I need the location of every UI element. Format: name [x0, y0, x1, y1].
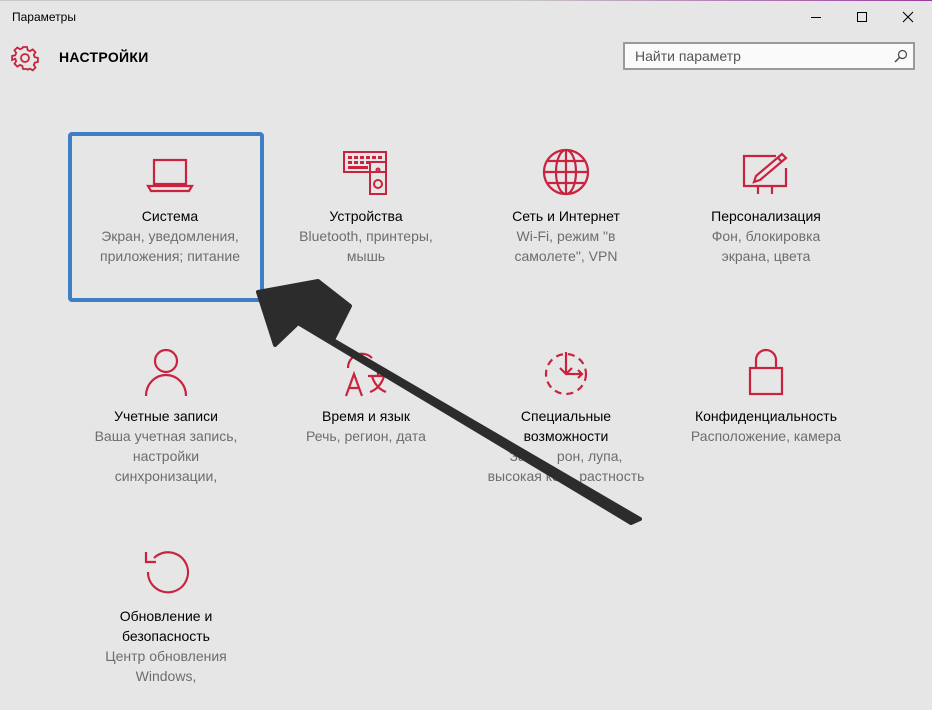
- page-title: НАСТРОЙКИ: [59, 49, 149, 65]
- maximize-icon: [857, 12, 867, 22]
- close-icon: [902, 11, 914, 23]
- settings-header: НАСТРОЙКИ: [0, 36, 932, 80]
- devices-icon: [343, 151, 387, 195]
- accessibility-icon: [544, 352, 588, 396]
- tile-title: Сеть и Интернет: [512, 208, 620, 224]
- tile-description-line: высокая кон растность: [487, 468, 645, 484]
- tile-description-line: настройки: [132, 448, 200, 464]
- tile-description-line: Речь, регион, дата: [306, 428, 426, 444]
- tile-description-line: мышь: [346, 248, 386, 264]
- tile-description-line: экрана, цвета: [721, 248, 811, 264]
- settings-window: Параметры НАСТРОЙКИ Найти параметр Систе…: [0, 0, 932, 710]
- tile-title: Учетные записи: [114, 408, 218, 424]
- tile-description-line: Фон, блокировка: [711, 228, 821, 244]
- tile-title: Система: [141, 208, 199, 224]
- tile-description-line: Экран, уведомления,: [101, 228, 239, 244]
- title-bar: Параметры: [0, 1, 932, 33]
- gear-icon: [11, 46, 39, 72]
- time-language-icon: [344, 352, 388, 397]
- lock-icon: [748, 348, 784, 396]
- tile-description-line: синхронизации,: [114, 468, 218, 484]
- globe-icon: [542, 148, 590, 196]
- minimize-icon: [811, 17, 821, 18]
- tile-title: Специальные: [520, 408, 612, 424]
- tile-time-language[interactable]: Время и язык Речь, регион, дата: [268, 332, 464, 502]
- tile-network[interactable]: Сеть и Интернет Wi-Fi, режим "в самолете…: [468, 132, 664, 302]
- tile-description-line: Ваша учетная запись,: [94, 428, 238, 444]
- search-icon[interactable]: [894, 49, 908, 63]
- tile-accounts[interactable]: Учетные записи Ваша учетная запись, наст…: [68, 332, 264, 502]
- tile-devices[interactable]: Устройства Bluetooth, принтеры, мышь: [268, 132, 464, 302]
- maximize-button[interactable]: [839, 1, 885, 33]
- tile-description-line: Расположение, камера: [690, 428, 842, 444]
- tile-title: возможности: [523, 428, 609, 444]
- tile-title: безопасность: [122, 628, 210, 644]
- tile-title: Конфиденциальность: [694, 408, 837, 424]
- tile-update-security[interactable]: Обновление и безопасность Центр обновлен…: [68, 532, 264, 702]
- tile-description-line: За рон, лупа,: [509, 448, 623, 464]
- close-button[interactable]: [885, 1, 931, 33]
- tile-privacy[interactable]: Конфиденциальность Расположение, камера: [668, 332, 864, 502]
- tile-description-line: Windows,: [135, 668, 197, 684]
- tile-title: Персонализация: [711, 208, 821, 224]
- tile-description-line: Bluetooth, принтеры,: [299, 228, 433, 244]
- update-icon: [144, 551, 190, 594]
- tile-description-line: приложения; питание: [100, 248, 240, 264]
- minimize-button[interactable]: [793, 1, 839, 33]
- tile-description-line: Wi-Fi, режим "в: [516, 228, 616, 244]
- window-title: Параметры: [12, 10, 76, 24]
- tile-title: Обновление и: [119, 608, 213, 624]
- tile-personalization[interactable]: Персонализация Фон, блокировка экрана, ц…: [668, 132, 864, 302]
- tile-description-line: самолете", VPN: [514, 248, 618, 264]
- tile-ease-of-access[interactable]: Специальные возможности За рон, лупа, вы…: [468, 332, 664, 502]
- tile-system[interactable]: Система Экран, уведомления, приложения; …: [68, 132, 264, 302]
- tile-title: Время и язык: [322, 408, 410, 424]
- search-input[interactable]: [625, 44, 897, 68]
- tile-title: Устройства: [329, 208, 403, 224]
- search-box[interactable]: [623, 42, 915, 70]
- paint-icon: [742, 152, 788, 194]
- laptop-icon: [146, 158, 194, 193]
- tile-description-line: Центр обновления: [105, 648, 227, 664]
- person-icon: [144, 348, 188, 397]
